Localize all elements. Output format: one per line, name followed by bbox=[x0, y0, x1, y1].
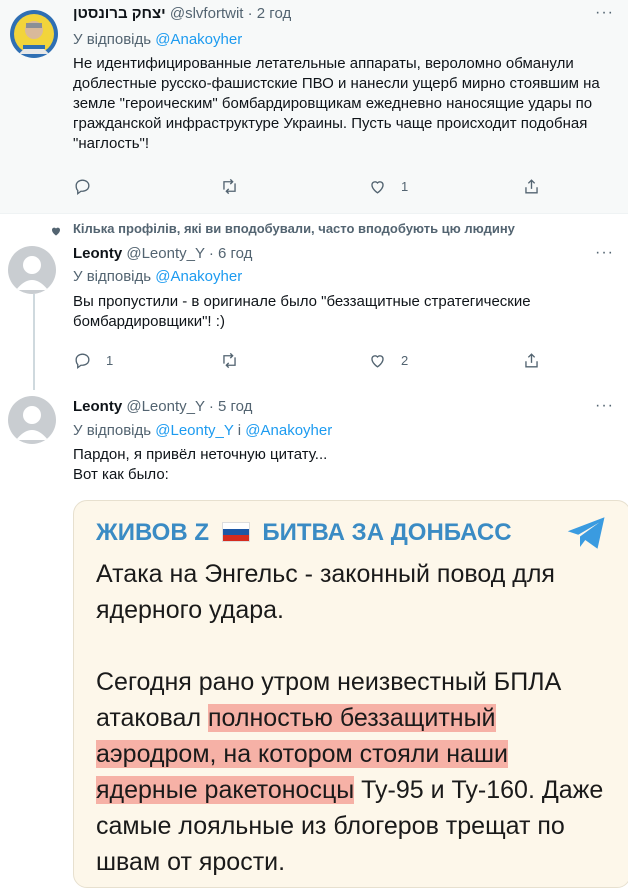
media-highlight-1: полностью беззащитный bbox=[208, 704, 496, 732]
like-button[interactable]: 2 bbox=[368, 349, 408, 371]
tweet-actions: 1 bbox=[73, 175, 553, 197]
share-button[interactable] bbox=[522, 175, 541, 197]
reply-mention[interactable]: @Anakoyher bbox=[155, 268, 242, 285]
author-name[interactable]: יצחק ברונסטן bbox=[73, 5, 166, 22]
retweet-icon bbox=[223, 352, 236, 368]
media-spacer bbox=[96, 628, 616, 664]
reply-context: У відповідь @Anakoyher bbox=[73, 31, 242, 48]
reply-context: У відповідь @Leonty_Y і @Anakoyher bbox=[73, 422, 332, 439]
social-context: Кілька профілів, які ви вподобували, час… bbox=[73, 221, 515, 236]
media-paragraph-2: Сегодня рано утром неизвестный БПЛА атак… bbox=[96, 664, 616, 880]
media-title: ЖИВОВ Z БИТВА ЗА ДОНБАСС bbox=[96, 519, 512, 547]
reply-prefix: У відповідь bbox=[73, 31, 152, 48]
retweet-button[interactable] bbox=[220, 349, 253, 371]
heart-small-icon bbox=[50, 225, 62, 240]
tweet-1[interactable]: יצחק ברונסטן @slvfortwit · 2 год ··· У в… bbox=[0, 0, 628, 214]
reply-button[interactable] bbox=[73, 175, 106, 197]
media-title-part-2: БИТВА ЗА ДОНБАСС bbox=[262, 519, 512, 546]
retweet-button[interactable] bbox=[220, 175, 253, 197]
reply-icon bbox=[75, 178, 90, 195]
reply-icon bbox=[75, 352, 90, 369]
tweet-text: Не идентифицированные летательные аппара… bbox=[73, 54, 613, 154]
avatar[interactable] bbox=[10, 10, 58, 58]
reply-mention-2[interactable]: @Anakoyher bbox=[245, 422, 332, 439]
tweet-time[interactable]: · 2 год bbox=[248, 5, 292, 22]
reply-mention-1[interactable]: @Leonty_Y bbox=[155, 422, 233, 439]
share-icon bbox=[525, 352, 538, 368]
like-count: 1 bbox=[401, 178, 409, 194]
author-handle[interactable]: @Leonty_Y bbox=[126, 398, 204, 415]
reply-count: 1 bbox=[106, 352, 114, 368]
tweet-header: יצחק ברונסטן @slvfortwit · 2 год bbox=[73, 5, 291, 22]
retweet-icon bbox=[223, 178, 236, 194]
author-handle[interactable]: @Leonty_Y bbox=[126, 245, 204, 262]
tweet-text-line-1: Пардон, я привёл неточную цитату... bbox=[73, 446, 328, 463]
more-icon[interactable]: ··· bbox=[595, 4, 614, 22]
like-icon bbox=[371, 354, 384, 368]
media-title-part-1: ЖИВОВ Z bbox=[96, 519, 210, 546]
avatar[interactable] bbox=[8, 396, 56, 444]
russia-flag-icon bbox=[221, 522, 250, 542]
tweet-actions: 1 2 bbox=[73, 349, 553, 371]
avatar[interactable] bbox=[8, 246, 56, 294]
tweet-media-image[interactable]: ЖИВОВ Z БИТВА ЗА ДОНБАСС Атака на Энгель… bbox=[73, 500, 628, 888]
media-text: Атака на Энгельс - законный повод для яд… bbox=[96, 556, 616, 880]
share-button[interactable] bbox=[522, 349, 541, 371]
share-icon bbox=[525, 178, 538, 194]
media-paragraph-1: Атака на Энгельс - законный повод для яд… bbox=[96, 560, 555, 624]
like-count: 2 bbox=[401, 352, 409, 368]
author-name[interactable]: Leonty bbox=[73, 398, 122, 415]
tweet-text: Вы пропустили - в оригинале было "беззащ… bbox=[73, 292, 593, 332]
tweet-text-content: Не идентифицированные летательные аппара… bbox=[73, 55, 600, 152]
tweet-2[interactable]: Leonty @Leonty_Y · 6 год ··· У відповідь… bbox=[0, 240, 628, 390]
tweet-header: Leonty @Leonty_Y · 6 год bbox=[73, 245, 252, 262]
like-button[interactable]: 1 bbox=[368, 175, 408, 197]
reply-prefix: У відповідь bbox=[73, 268, 152, 285]
author-name[interactable]: Leonty bbox=[73, 245, 122, 262]
like-icon bbox=[371, 180, 384, 194]
tweet-text-line-2: Вот как было: bbox=[73, 466, 169, 483]
reply-mention[interactable]: @Anakoyher bbox=[155, 31, 242, 48]
reply-button[interactable]: 1 bbox=[73, 349, 113, 371]
reply-prefix: У відповідь bbox=[73, 422, 152, 439]
tweet-time[interactable]: · 5 год bbox=[209, 398, 253, 415]
tweet-header: Leonty @Leonty_Y · 5 год bbox=[73, 398, 252, 415]
more-icon[interactable]: ··· bbox=[595, 244, 614, 262]
tweet-text: Пардон, я привёл неточную цитату... Вот … bbox=[73, 445, 613, 485]
tweet-time[interactable]: · 6 год bbox=[209, 245, 253, 262]
reply-join: і bbox=[237, 422, 242, 439]
reply-context: У відповідь @Anakoyher bbox=[73, 268, 242, 285]
author-handle[interactable]: @slvfortwit bbox=[170, 5, 244, 22]
telegram-icon bbox=[566, 515, 608, 556]
tweet-text-content: Вы пропустили - в оригинале было "беззащ… bbox=[73, 293, 531, 330]
more-icon[interactable]: ··· bbox=[595, 397, 614, 415]
